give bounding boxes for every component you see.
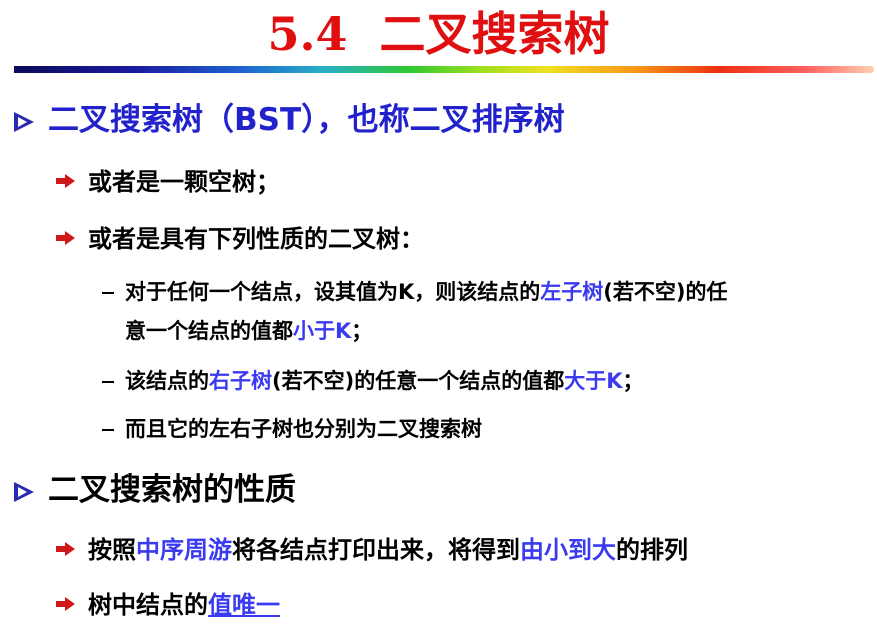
title-gradient-divider <box>14 66 874 73</box>
highlight-right-subtree: 右子树 <box>209 369 272 393</box>
highlight-less-than-k: 小于K <box>293 319 352 343</box>
subitem-text: (若不空)的任意一个结点的值都 <box>272 369 565 393</box>
arrow-bullet-icon <box>56 174 76 188</box>
bullet-item-empty-tree: 或者是一颗空树； <box>56 165 280 199</box>
bullet-text: 或者是一颗空树； <box>88 168 280 196</box>
bullet-item-inorder: 按照中序周游将各结点打印出来，将得到由小到大的排列 <box>56 533 688 567</box>
subitem-text: ； <box>351 319 373 343</box>
subitem-text: 该结点的 <box>125 369 209 393</box>
highlight-inorder-traversal: 中序周游 <box>136 536 232 564</box>
highlight-unique-values: 值唯一 <box>208 591 280 619</box>
triangle-bullet-icon <box>14 481 34 502</box>
dash-bullet-icon <box>102 381 114 383</box>
subitem-text: 而且它的左右子树也分别为二叉搜索树 <box>125 417 482 441</box>
subitem-left-subtree-cont: 意一个结点的值都小于K； <box>125 312 372 350</box>
highlight-ascending: 由小到大 <box>520 536 616 564</box>
slide-title: 5.4 二叉搜索树 <box>267 7 610 61</box>
section-heading-bst: 二叉搜索树（BST），也称二叉排序树 <box>14 100 565 140</box>
bullet-item-properties: 或者是具有下列性质的二叉树： <box>56 222 424 256</box>
bullet-text: 按照 <box>88 536 136 564</box>
subitem-text: ； <box>622 369 644 393</box>
arrow-bullet-icon <box>56 231 76 245</box>
subitem-text: 对于任何一个结点，设其值为K，则该结点的 <box>125 280 541 304</box>
subitem-right-subtree: 该结点的右子树(若不空)的任意一个结点的值都大于K； <box>102 362 643 400</box>
bullet-text: 的排列 <box>616 536 688 564</box>
dash-bullet-icon <box>102 292 114 294</box>
triangle-bullet-icon <box>14 111 34 132</box>
subitem-text: 意一个结点的值都 <box>125 319 293 343</box>
bullet-text: 将各结点打印出来，将得到 <box>232 536 520 564</box>
subitem-left-subtree: 对于任何一个结点，设其值为K，则该结点的左子树(若不空)的任 <box>102 273 727 311</box>
subitem-text: (若不空)的任 <box>603 280 728 304</box>
section-heading-properties: 二叉搜索树的性质 <box>14 470 296 510</box>
dash-bullet-icon <box>102 429 114 431</box>
section-heading-text: 二叉搜索树的性质 <box>48 472 296 508</box>
section-heading-text: 二叉搜索树（BST），也称二叉排序树 <box>48 102 565 138</box>
highlight-greater-than-k: 大于K <box>564 369 623 393</box>
subitem-recursive: 而且它的左右子树也分别为二叉搜索树 <box>102 410 482 448</box>
bullet-item-unique: 树中结点的值唯一 <box>56 588 280 622</box>
arrow-bullet-icon <box>56 597 76 611</box>
bullet-text: 树中结点的 <box>88 591 208 619</box>
arrow-bullet-icon <box>56 542 76 556</box>
bullet-text: 或者是具有下列性质的二叉树： <box>88 225 424 253</box>
highlight-left-subtree: 左子树 <box>540 280 604 304</box>
